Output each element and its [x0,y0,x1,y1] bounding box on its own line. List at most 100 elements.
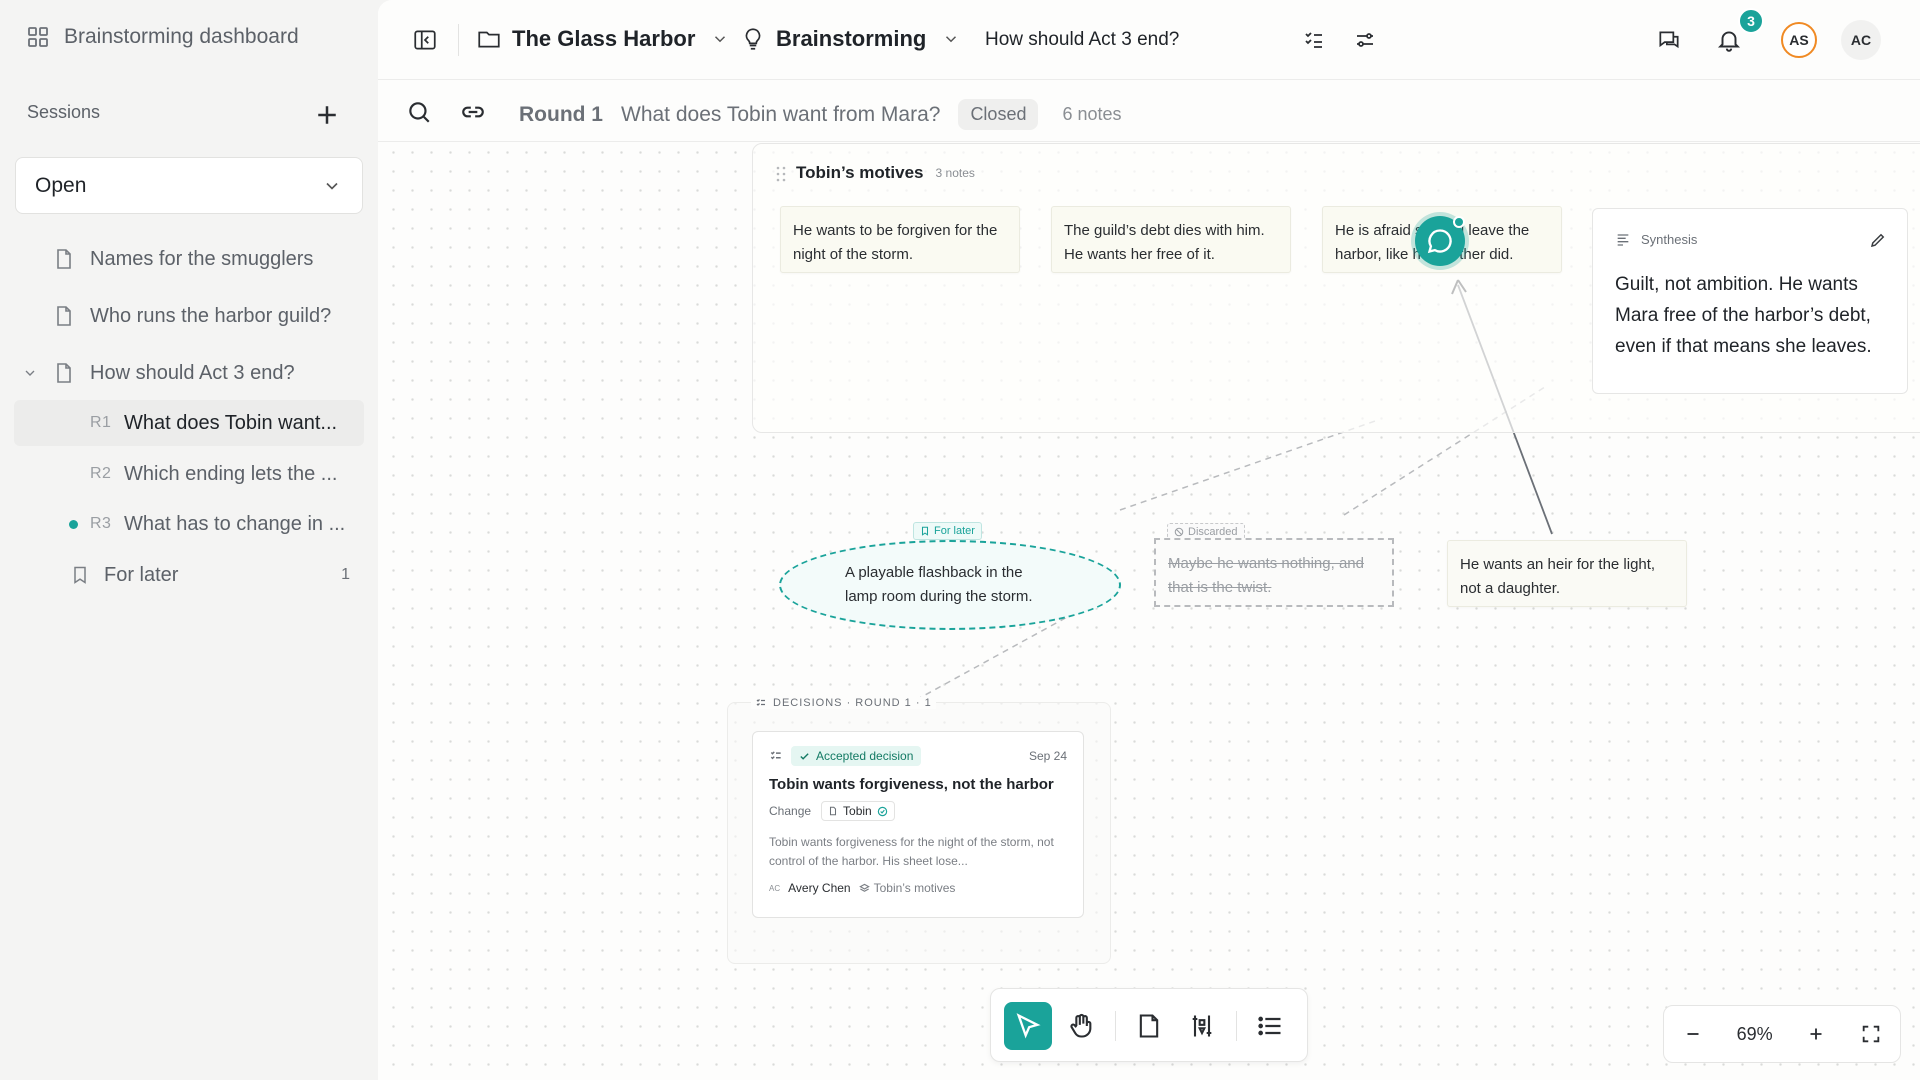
note-tool[interactable] [1125,1002,1173,1050]
question-breadcrumb[interactable]: How should Act 3 end? [985,29,1179,51]
avatar-ac[interactable]: AC [1841,20,1881,60]
decision-title: Tobin wants forgiveness, not the harbor [769,776,1054,793]
zoom-in-button[interactable] [1805,1023,1827,1045]
idea-ellipse[interactable]: A playable flashback in the lamp room du… [779,540,1121,630]
decision-card[interactable]: Accepted decision Sep 24 Tobin wants for… [752,731,1084,918]
sticky-note-icon [1135,1012,1163,1040]
bookmark-icon [70,565,90,585]
discarded-note[interactable]: Maybe he wants nothing, and that is the … [1154,538,1394,607]
decision-group-ref[interactable]: Tobin’s motives [858,881,955,895]
group-title[interactable]: Tobin’s motives 3 notes [796,163,975,183]
divider [1115,1011,1116,1041]
for-later-tag: For later [913,522,982,540]
dashboard-link[interactable]: Brainstorming dashboard [26,22,299,52]
sidebar: Brainstorming dashboard Sessions Open Na… [0,0,378,1080]
decision-change: Change Tobin [769,801,1067,821]
checklist-button[interactable] [1302,28,1326,52]
round-label: What does Tobin want... [124,411,338,434]
project-name: The Glass Harbor [512,26,696,51]
avatar: AC [1841,20,1881,60]
session-label: How should Act 3 end? [90,361,295,384]
synthesis-card[interactable]: Synthesis Guilt, not ambition. He wants … [1592,208,1908,394]
sticky-note[interactable]: He wants an heir for the light, not a da… [1447,540,1687,607]
fullscreen-icon[interactable] [1860,1023,1882,1045]
author-initials: AC [769,883,781,893]
avatar-as[interactable]: AS [1781,22,1817,58]
divider [1236,1011,1237,1041]
sidebar-toggle-icon [412,27,438,53]
chevron-down-icon [942,30,960,48]
decisions-label-text: DECISIONS · ROUND 1 · 1 [773,697,932,709]
dashboard-title: Brainstorming dashboard [64,25,299,48]
session-item[interactable]: Who runs the harbor guild? [0,293,378,339]
checklist-icon [769,749,783,763]
zoom-out-button[interactable] [1682,1023,1704,1045]
session-filter-value: Open [35,173,87,197]
filter-settings-button[interactable] [1353,28,1377,52]
check-circle-icon [877,806,888,817]
comments-button[interactable] [1656,27,1682,53]
document-icon [52,304,76,328]
checklist-icon [755,697,767,709]
add-session-button[interactable] [312,100,342,130]
decision-description: Tobin wants forgiveness for the night of… [769,835,1054,868]
pencil-icon[interactable] [1869,231,1887,249]
session-item[interactable]: Names for the smugglers [0,236,378,282]
document-icon [52,361,76,385]
connector-line [1119,419,1379,511]
sessions-label: Sessions [27,102,101,122]
shapes-tool[interactable] [1178,1002,1226,1050]
round-header: Round 1 What does Tobin want from Mara? … [519,99,1122,130]
notification-count-badge: 3 [1738,8,1764,34]
session-item[interactable]: How should Act 3 end? [0,350,378,396]
blocked-icon [1174,527,1184,537]
group-name: Tobin’s motives [796,163,924,182]
group-count: 3 notes [935,166,975,180]
for-later-item[interactable]: For later 1 [0,552,378,598]
divider [458,24,459,56]
decision-status: Accepted decision [816,749,914,763]
hand-icon [1067,1012,1095,1040]
round-number: R2 [90,465,112,482]
layers-icon [858,883,870,894]
search-button[interactable] [406,99,432,125]
link-button[interactable] [460,99,486,125]
tag-label: For later [934,525,975,537]
pan-tool[interactable] [1057,1002,1105,1050]
round-item-r1[interactable]: R1 What does Tobin want... [14,400,364,446]
link-icon [460,99,486,125]
chip-label: Tobin [843,804,872,818]
bookmark-icon [920,526,930,536]
idea-text: A playable flashback in the lamp room du… [845,564,1033,605]
zoom-control: 69% [1663,1005,1901,1063]
drag-handle-icon[interactable] [776,166,786,182]
canvas-toolbar [990,988,1308,1062]
mode-selector[interactable]: Brainstorming [740,26,960,52]
accepted-badge: Accepted decision [791,746,922,766]
toggle-sidebar-button[interactable] [412,27,438,53]
round-label: What has to change in ... [124,512,346,535]
character-chip[interactable]: Tobin [821,801,895,821]
session-label: Names for the smugglers [90,247,314,270]
list-view-tool[interactable] [1246,1002,1294,1050]
sticky-note[interactable]: He wants to be forgiven for the night of… [780,206,1020,273]
for-later-label: For later [104,563,179,586]
round-label: Round 1 [519,102,603,126]
status-badge: Closed [958,99,1039,130]
round-item-r2[interactable]: R2 Which ending lets the ... [0,451,378,497]
session-filter-select[interactable]: Open [15,157,363,214]
notifications-button[interactable] [1716,27,1742,53]
chevron-down-icon[interactable] [22,365,38,381]
project-selector[interactable]: The Glass Harbor [476,26,729,52]
document-icon [52,247,76,271]
avatar: AS [1781,22,1817,58]
for-later-count: 1 [341,566,350,583]
sticky-note[interactable]: The guild’s debt dies with him. He wants… [1051,206,1291,273]
round-item-r3[interactable]: R3 What has to change in ... [0,501,378,547]
decisions-label: DECISIONS · ROUND 1 · 1 [751,697,936,709]
select-tool[interactable] [1004,1002,1052,1050]
round-bar: Round 1 What does Tobin want from Mara? … [378,81,1920,142]
lightbulb-icon [740,26,766,52]
decision-header: Accepted decision Sep 24 [769,746,1067,766]
zoom-value: 69% [1736,1023,1773,1044]
